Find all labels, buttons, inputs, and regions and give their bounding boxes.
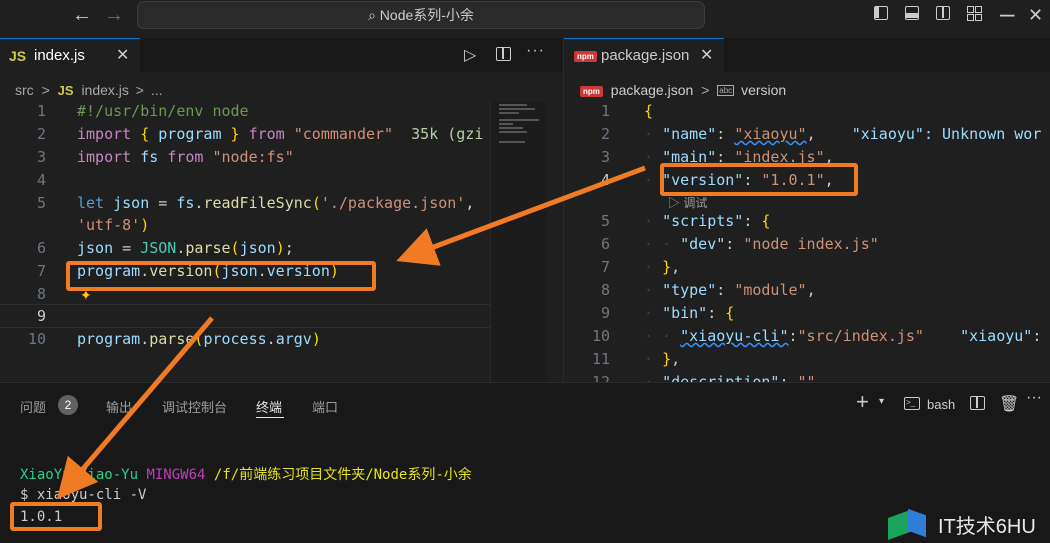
arrow-code-to-terminal (56, 316, 214, 500)
arrow-version-to-code (396, 165, 646, 266)
annotation-arrows (56, 165, 646, 500)
